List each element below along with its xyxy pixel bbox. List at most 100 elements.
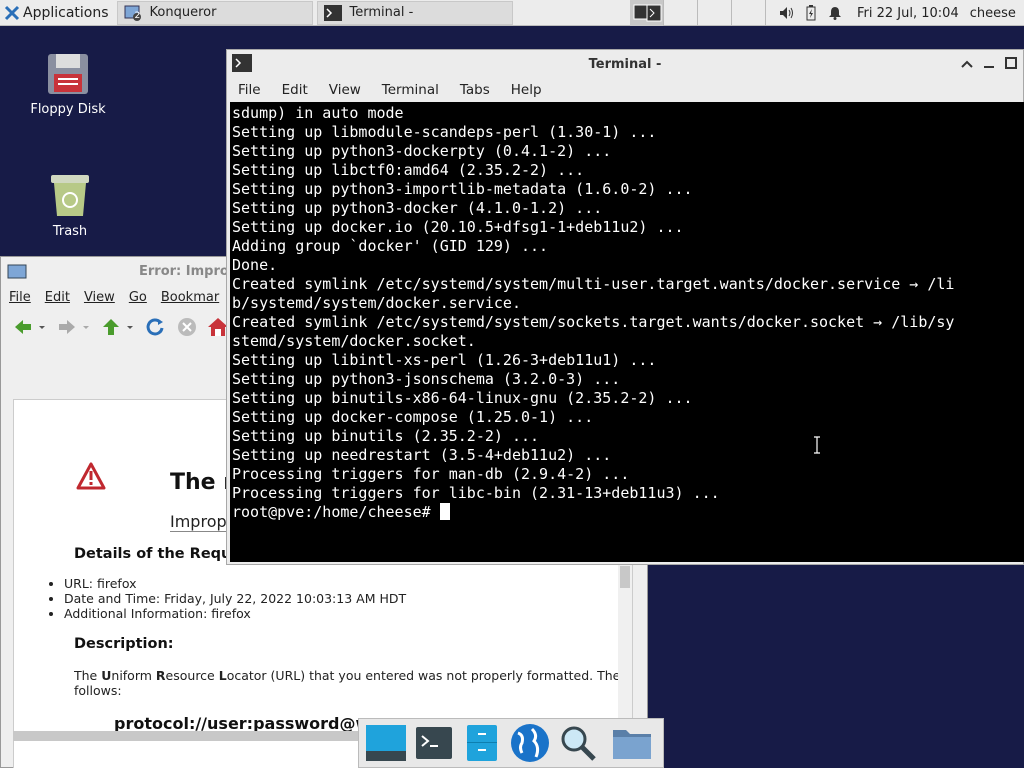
clock[interactable]: Fri 22 Jul, 10:04: [857, 6, 959, 21]
trash-label: Trash: [52, 224, 88, 239]
desc-prefix: The: [74, 668, 102, 683]
terminal-window-icon: [232, 54, 252, 72]
konqueror-icon: 2: [124, 5, 142, 21]
taskbar-terminal-label: Terminal -: [349, 5, 414, 20]
terminal-line: Setting up binutils-x86-64-linux-gnu (2.…: [232, 389, 693, 407]
konq-menu-bookmarks[interactable]: Bookmar: [161, 290, 219, 305]
terminal-line: Setting up docker-compose (1.25.0-1) ...: [232, 408, 594, 426]
detail-datetime: Date and Time: Friday, July 22, 2022 10:…: [64, 591, 406, 606]
user-menu[interactable]: cheese: [970, 6, 1016, 21]
battery-icon[interactable]: [799, 0, 823, 26]
trash-icon: [51, 175, 89, 216]
taskbar-konqueror[interactable]: 2 Konqueror: [116, 0, 313, 25]
forward-dropdown-icon[interactable]: [81, 318, 91, 336]
volume-icon[interactable]: [775, 0, 799, 26]
terminal-line: Setting up python3-dockerpty (0.4.1-2) .…: [232, 142, 612, 160]
konq-menu-edit[interactable]: Edit: [45, 290, 70, 305]
workspace-1[interactable]: [630, 0, 664, 26]
workspace-3[interactable]: [698, 0, 732, 26]
workspace-4[interactable]: [732, 0, 766, 26]
reload-icon[interactable]: [145, 317, 165, 337]
terminal-line: Setting up python3-jsonschema (3.2.0-3) …: [232, 370, 621, 388]
up-icon[interactable]: [101, 318, 121, 336]
terminal-titlebar[interactable]: Terminal -: [227, 50, 1023, 78]
konqueror-window-icon: [7, 264, 27, 279]
terminal-line: Setting up libctf0:amd64 (2.35.2-2) ...: [232, 161, 585, 179]
terminal-menubar: File Edit View Terminal Tabs Help: [227, 78, 1023, 102]
dock: [358, 718, 664, 768]
notifications-icon[interactable]: [823, 0, 847, 26]
detail-url: URL: firefox: [64, 576, 406, 591]
terminal-output[interactable]: sdump) in auto mode Setting up libmodule-…: [230, 102, 1024, 562]
terminal-line: Processing triggers for man-db (2.9.4-2)…: [232, 465, 630, 483]
term-menu-help[interactable]: Help: [511, 82, 542, 98]
terminal-line: Setting up python3-importlib-metadata (1…: [232, 180, 693, 198]
terminal-window: Terminal - File Edit View Terminal Tabs …: [226, 49, 1024, 565]
terminal-prompt: root@pve:/home/cheese#: [232, 503, 440, 521]
desktop-icon-trash[interactable]: Trash: [30, 172, 110, 239]
show-desktop-icon: [366, 725, 406, 761]
terminal-line: Adding group `docker' (GID 129) ...: [232, 237, 549, 255]
page-vscroll-thumb[interactable]: [620, 566, 630, 588]
dock-home-folder[interactable]: [609, 720, 655, 766]
workspace-switcher: [630, 0, 766, 26]
applications-menu-button[interactable]: Applications: [0, 0, 113, 26]
desc-esource: esource: [165, 668, 219, 683]
back-icon[interactable]: [13, 318, 33, 336]
detail-additional: Additional Information: firefox: [64, 606, 406, 621]
dock-file-manager[interactable]: [459, 720, 505, 766]
up-dropdown-icon[interactable]: [125, 318, 135, 336]
dock-show-desktop[interactable]: [363, 720, 409, 766]
term-menu-terminal[interactable]: Terminal: [382, 82, 439, 98]
system-tray: Fri 22 Jul, 10:04 cheese: [775, 0, 1016, 26]
minimize-icon[interactable]: [983, 58, 995, 70]
desc-tail: ocator (URL) that you entered was not pr…: [226, 668, 621, 683]
description-text: The Uniform Resource Locator (URL) that …: [74, 668, 632, 698]
details-heading: Details of the Requ: [74, 546, 232, 562]
terminal-title: Terminal -: [588, 56, 662, 72]
dock-terminal[interactable]: [411, 720, 457, 766]
dock-search[interactable]: [555, 720, 601, 766]
desc-niform: niform: [111, 668, 156, 683]
page-hscroll-thumb[interactable]: [13, 731, 359, 741]
applications-label: Applications: [23, 4, 109, 21]
konq-menu-go[interactable]: Go: [129, 290, 147, 305]
term-menu-tabs[interactable]: Tabs: [460, 82, 490, 98]
taskbar-konqueror-label: Konqueror: [149, 5, 217, 20]
desc-u: U: [101, 668, 112, 683]
maximize-up-icon[interactable]: [961, 58, 973, 70]
magnifier-icon: [561, 726, 596, 761]
details-list: URL: firefox Date and Time: Friday, July…: [64, 576, 406, 621]
terminal-line: Setting up docker.io (20.10.5+dfsg1-1+de…: [232, 218, 684, 236]
description-heading: Description:: [74, 636, 174, 652]
error-heading: The r: [170, 470, 235, 495]
term-menu-file[interactable]: File: [238, 82, 261, 98]
term-menu-edit[interactable]: Edit: [282, 82, 308, 98]
files-cabinet-icon: [467, 725, 497, 761]
back-dropdown-icon[interactable]: [37, 318, 47, 336]
restore-icon[interactable]: [1005, 57, 1017, 69]
konq-menu-file[interactable]: File: [9, 290, 31, 305]
terminal-line: Setting up libmodule-scandeps-perl (1.30…: [232, 123, 657, 141]
terminal-line: sdump) in auto mode: [232, 104, 404, 122]
floppy-disk-label: Floppy Disk: [30, 102, 106, 117]
konqueror-title: Error: Improp: [139, 263, 239, 279]
workspace-windows-icon: [633, 4, 661, 22]
term-menu-view[interactable]: View: [329, 82, 361, 98]
terminal-icon: [416, 727, 452, 759]
terminal-prompt-line: root@pve:/home/cheese#: [232, 503, 1024, 522]
dock-web-browser[interactable]: [507, 720, 553, 766]
text-cursor-icon: [814, 436, 820, 454]
konq-menu-view[interactable]: View: [84, 290, 115, 305]
forward-icon[interactable]: [57, 318, 77, 336]
terminal-line: Created symlink /etc/systemd/system/sock…: [232, 313, 955, 331]
taskbar-terminal[interactable]: Terminal -: [316, 0, 513, 25]
workspace-2[interactable]: [664, 0, 698, 26]
globe-icon: [511, 724, 549, 762]
terminal-cursor: [439, 503, 450, 520]
desktop-icon-floppy[interactable]: Floppy Disk: [28, 52, 108, 117]
floppy-disk-icon: [48, 54, 88, 94]
desc-l: L: [218, 668, 227, 683]
xfce-logo-icon: [4, 5, 20, 20]
stop-icon[interactable]: [177, 317, 197, 337]
